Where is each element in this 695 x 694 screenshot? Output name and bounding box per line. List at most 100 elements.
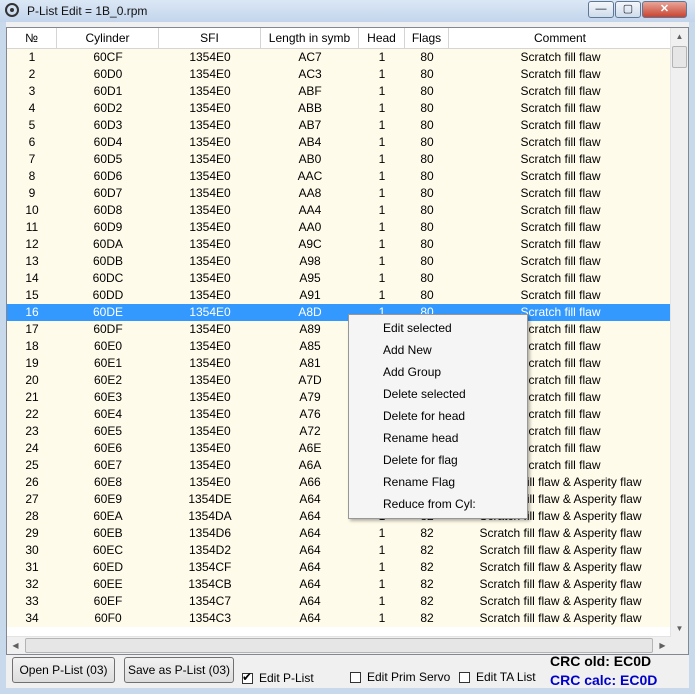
- save-plist-button[interactable]: Save as P-List (03): [124, 657, 234, 683]
- edit-ta-list-checkbox-box[interactable]: [459, 671, 470, 683]
- horizontal-scroll-thumb[interactable]: [25, 638, 653, 653]
- context-menu-item[interactable]: Rename head: [383, 427, 458, 449]
- table-row[interactable]: 30 60EC 1354D2 A64 1 82 Scratch fill flaw & As…: [7, 542, 672, 559]
- table-row[interactable]: 2260E41354E0A76180Scratch fill flaw: [7, 406, 672, 423]
- table-row[interactable]: 7 60D5 1354E0 AB0 1 80 Scratch fill flaw: [7, 151, 672, 168]
- edit-plist-checkbox-box[interactable]: ✔: [242, 669, 253, 684]
- cell-head: 1: [378, 594, 386, 608]
- cell-head: 1: [378, 84, 386, 98]
- table-row[interactable]: 2360E51354E0A72180Scratch fill flaw: [7, 423, 672, 440]
- cell-cylinder: 60EF: [93, 594, 123, 608]
- horizontal-scrollbar[interactable]: ◀ ▶: [7, 636, 671, 654]
- maximize-button[interactable]: ▢: [615, 1, 641, 18]
- vertical-scrollbar[interactable]: ▲ ▼: [670, 28, 688, 637]
- table-row[interactable]: 1860E01354E0A85180Scratch fill flaw: [7, 338, 672, 355]
- cell-comment: Scratch fill flaw: [520, 186, 601, 200]
- column-sfi-header[interactable]: SFI: [159, 28, 261, 48]
- table-row[interactable]: 31 60ED 1354CF A64 1 82 Scratch fill flaw & As…: [7, 559, 672, 576]
- column-number-header[interactable]: №: [7, 28, 57, 48]
- table-row[interactable]: 1960E11354E0A81180Scratch fill flaw: [7, 355, 672, 372]
- scroll-left-icon[interactable]: ◀: [7, 637, 24, 654]
- table-row[interactable]: 12 60DA 1354E0 A9C 1 80 Scratch fill flaw: [7, 236, 672, 253]
- cell-cylinder: 60CF: [93, 50, 123, 64]
- table-row[interactable]: 2660E81354E0A66182Scratch fill flaw & As…: [7, 474, 672, 491]
- table-row[interactable]: 6 60D4 1354E0 AB4 1 80 Scratch fill flaw: [7, 134, 672, 151]
- scroll-down-icon[interactable]: ▼: [671, 620, 688, 637]
- context-menu-item[interactable]: Rename Flag: [383, 471, 455, 493]
- table-row[interactable]: 9 60D7 1354E0 AA8 1 80 Scratch fill flaw: [7, 185, 672, 202]
- table-row[interactable]: 1 60CF 1354E0 AC7 1 80 Scratch fill flaw: [7, 49, 672, 66]
- cell-sfi: 1354E0: [189, 305, 231, 319]
- cell-number: 4: [28, 101, 36, 115]
- cell-sfi: 1354C7: [188, 594, 232, 608]
- edit-plist-checkbox[interactable]: ✔ Edit P-List: [242, 669, 314, 685]
- column-cylinder-header[interactable]: Cylinder: [57, 28, 159, 48]
- cell-cylinder: 60E4: [93, 407, 123, 421]
- cell-length: A76: [299, 407, 321, 421]
- cell-comment: Scratch fill flaw: [520, 50, 601, 64]
- table-row[interactable]: 16 60DE 1354E0 A8D 1 80 Scratch fill flaw: [7, 304, 672, 321]
- close-button[interactable]: ✕: [642, 1, 687, 18]
- cell-cylinder: 60D3: [93, 118, 123, 132]
- cell-sfi: 1354E0: [189, 50, 231, 64]
- context-menu-item[interactable]: Delete selected: [383, 383, 466, 405]
- edit-prim-servo-checkbox[interactable]: Edit Prim Servo: [350, 670, 450, 684]
- table-body[interactable]: 1 60CF 1354E0 AC7 1 80 Scratch fill flaw 2 60D0 1…: [7, 49, 672, 627]
- edit-prim-servo-checkbox-box[interactable]: [350, 671, 361, 683]
- table-row[interactable]: 1760DF1354E0A89180Scratch fill flaw: [7, 321, 672, 338]
- context-menu-item[interactable]: Add New: [383, 339, 432, 361]
- column-comment-header[interactable]: Comment: [449, 28, 672, 48]
- cell-flags: 80: [420, 152, 434, 166]
- vertical-scroll-thumb[interactable]: [672, 46, 687, 68]
- cell-flags: 80: [420, 237, 434, 251]
- context-menu-item[interactable]: Edit selected: [383, 317, 452, 339]
- cell-comment: Scratch fill flaw: [520, 67, 601, 81]
- table-row[interactable]: 11 60D9 1354E0 AA0 1 80 Scratch fill flaw: [7, 219, 672, 236]
- table-row[interactable]: 2460E61354E0A6E180Scratch fill flaw: [7, 440, 672, 457]
- table-row[interactable]: 2860EA1354DAA64182Scratch fill flaw & As…: [7, 508, 672, 525]
- scroll-right-icon[interactable]: ▶: [654, 637, 671, 654]
- table-row[interactable]: 2760E91354DEA64182Scratch fill flaw & As…: [7, 491, 672, 508]
- table-row[interactable]: 2 60D0 1354E0 AC3 1 80 Scratch fill flaw: [7, 66, 672, 83]
- cell-flags: 80: [420, 50, 434, 64]
- cell-number: 3: [28, 84, 36, 98]
- check-mark-icon: ✔: [242, 669, 253, 684]
- table-row[interactable]: 2060E21354E0A7D180Scratch fill flaw: [7, 372, 672, 389]
- cell-cylinder: 60D5: [93, 152, 123, 166]
- table-row[interactable]: 10 60D8 1354E0 AA4 1 80 Scratch fill flaw: [7, 202, 672, 219]
- column-head-header[interactable]: Head: [359, 28, 405, 48]
- open-plist-button[interactable]: Open P-List (03): [12, 657, 115, 683]
- table-row[interactable]: 33 60EF 1354C7 A64 1 82 Scratch fill flaw & As…: [7, 593, 672, 610]
- edit-ta-list-checkbox[interactable]: Edit TA List: [459, 670, 536, 684]
- context-menu-item[interactable]: Delete for head: [383, 405, 465, 427]
- cell-number: 8: [28, 169, 36, 183]
- table-row[interactable]: 14 60DC 1354E0 A95 1 80 Scratch fill flaw: [7, 270, 672, 287]
- table-row[interactable]: 34 60F0 1354C3 A64 1 82 Scratch fill flaw & As…: [7, 610, 672, 627]
- table-row[interactable]: 2560E71354E0A6A180Scratch fill flaw: [7, 457, 672, 474]
- table-row[interactable]: 5 60D3 1354E0 AB7 1 80 Scratch fill flaw: [7, 117, 672, 134]
- cell-number: 23: [25, 424, 39, 438]
- cell-comment: Scratch fill flaw: [520, 169, 601, 183]
- scroll-up-icon[interactable]: ▲: [671, 28, 688, 45]
- table-row[interactable]: 4 60D2 1354E0 ABB 1 80 Scratch fill flaw: [7, 100, 672, 117]
- context-menu-item[interactable]: Reduce from Cyl:: [383, 493, 476, 515]
- cell-cylinder: 60E0: [93, 339, 123, 353]
- cell-sfi: 1354E0: [189, 322, 231, 336]
- table-row[interactable]: 32 60EE 1354CB A64 1 82 Scratch fill flaw & As…: [7, 576, 672, 593]
- cell-comment: Scratch fill flaw & Asperity flaw: [479, 543, 642, 557]
- column-length-header[interactable]: Length in symb: [261, 28, 359, 48]
- column-flags-header[interactable]: Flags: [405, 28, 449, 48]
- cell-flags: 82: [420, 560, 434, 574]
- title-bar[interactable]: P-List Edit = 1B_0.rpm — ▢ ✕: [0, 0, 695, 22]
- context-menu-item[interactable]: Add Group: [383, 361, 441, 383]
- table-row[interactable]: 15 60DD 1354E0 A91 1 80 Scratch fill flaw: [7, 287, 672, 304]
- table-row[interactable]: 13 60DB 1354E0 A98 1 80 Scratch fill flaw: [7, 253, 672, 270]
- table-row[interactable]: 3 60D1 1354E0 ABF 1 80 Scratch fill flaw: [7, 83, 672, 100]
- context-menu-item[interactable]: Delete for flag: [383, 449, 458, 471]
- table-row[interactable]: 8 60D6 1354E0 AAC 1 80 Scratch fill flaw: [7, 168, 672, 185]
- cell-number: 27: [25, 492, 39, 506]
- minimize-button[interactable]: —: [588, 1, 614, 18]
- table-row[interactable]: 29 60EB 1354D6 A64 1 82 Scratch fill flaw & As…: [7, 525, 672, 542]
- cell-length: A6A: [298, 458, 322, 472]
- table-row[interactable]: 2160E31354E0A79180Scratch fill flaw: [7, 389, 672, 406]
